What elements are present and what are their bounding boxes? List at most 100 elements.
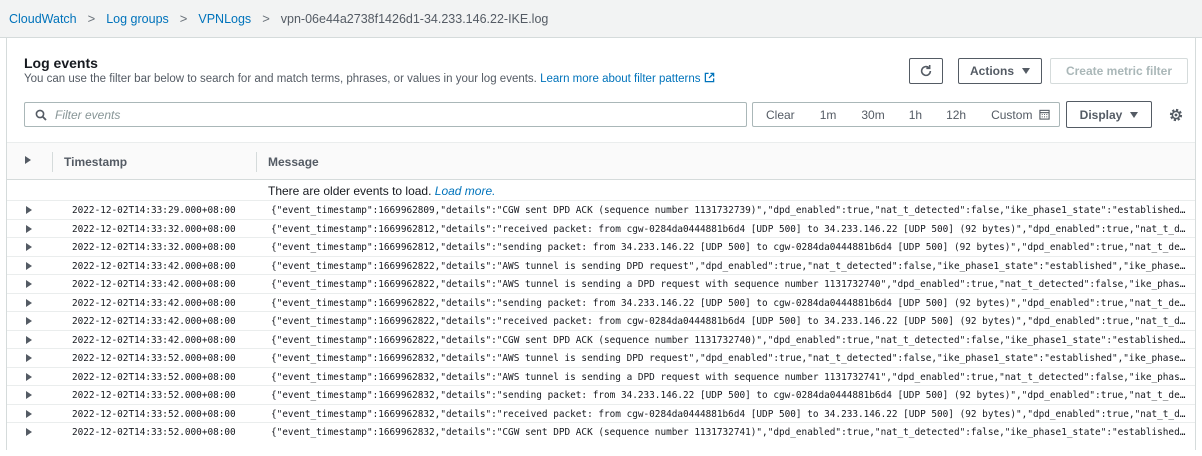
- table-row[interactable]: 2022-12-02T14:33:42.000+08:00 {"event_tim…: [7, 274, 1195, 293]
- search-icon: [35, 109, 47, 121]
- row-message: {"event_timestamp":1669962812,"details":…: [271, 242, 1191, 253]
- table-row[interactable]: 2022-12-02T14:33:52.000+08:00 {"event_tim…: [7, 385, 1195, 404]
- filter-events-input[interactable]: [55, 107, 715, 122]
- time-range-custom[interactable]: Custom: [991, 107, 1051, 122]
- row-message: {"event_timestamp":1669962812,"details":…: [271, 223, 1191, 235]
- create-metric-filter-button[interactable]: Create metric filter: [1050, 58, 1188, 84]
- column-header-timestamp[interactable]: Timestamp: [64, 155, 127, 169]
- display-label: Display: [1079, 107, 1123, 122]
- learn-more-label: Learn more about filter patterns: [540, 73, 701, 85]
- chevron-right-icon: >: [262, 11, 270, 26]
- row-timestamp: 2022-12-02T14:33:52.000+08:00: [72, 353, 236, 364]
- expand-row-icon[interactable]: [26, 409, 32, 418]
- expand-row-icon[interactable]: [26, 317, 32, 325]
- row-timestamp: 2022-12-02T14:33:42.000+08:00: [72, 316, 236, 327]
- external-link-icon: [704, 72, 714, 83]
- expand-row-icon[interactable]: [26, 298, 32, 307]
- row-timestamp: 2022-12-02T14:33:42.000+08:00: [72, 260, 236, 272]
- expand-row-icon[interactable]: [26, 391, 32, 399]
- table-body: 2022-12-02T14:33:29.000+08:00 {"event_tim…: [7, 200, 1195, 441]
- row-timestamp: 2022-12-02T14:33:42.000+08:00: [72, 279, 236, 290]
- chevron-right-icon: >: [179, 11, 188, 26]
- table-row[interactable]: 2022-12-02T14:33:32.000+08:00 {"event_tim…: [7, 237, 1195, 256]
- learn-more-link[interactable]: Learn more about filter patterns: [540, 72, 714, 85]
- older-events-notice: There are older events to load. Load mor…: [7, 180, 1195, 200]
- log-events-panel: Log events You can use the filter bar be…: [6, 38, 1196, 450]
- table-row[interactable]: 2022-12-02T14:33:32.000+08:00 {"event_tim…: [7, 218, 1195, 238]
- row-message: {"event_timestamp":1669962822,"details":…: [271, 316, 1191, 327]
- time-range-selector: Clear 1m 30m 1h 12h Custom: [752, 102, 1060, 127]
- caret-down-icon: [1130, 111, 1139, 118]
- row-timestamp: 2022-12-02T14:33:29.000+08:00: [72, 205, 236, 216]
- page-title: Log events: [24, 55, 98, 71]
- table-row[interactable]: 2022-12-02T14:33:42.000+08:00 {"event_tim…: [7, 329, 1195, 349]
- table-row[interactable]: 2022-12-02T14:33:52.000+08:00 {"event_tim…: [7, 422, 1195, 441]
- expand-row-icon[interactable]: [26, 224, 32, 233]
- row-message: {"event_timestamp":1669962822,"details":…: [271, 279, 1191, 290]
- row-message: {"event_timestamp":1669962822,"details":…: [271, 334, 1191, 346]
- calendar-icon: [1039, 109, 1051, 120]
- time-range-1m[interactable]: 1m: [820, 108, 837, 122]
- row-message: {"event_timestamp":1669962822,"details":…: [271, 260, 1191, 272]
- expand-row-icon[interactable]: [26, 243, 32, 251]
- refresh-button[interactable]: [909, 58, 943, 84]
- older-events-text: There are older events to load.: [268, 184, 432, 198]
- row-timestamp: 2022-12-02T14:33:52.000+08:00: [72, 427, 236, 438]
- table-row[interactable]: 2022-12-02T14:33:42.000+08:00 {"event_tim…: [7, 255, 1195, 275]
- breadcrumb: CloudWatch > Log groups > VPNLogs > vpn-…: [0, 0, 1202, 38]
- time-range-clear[interactable]: Clear: [766, 108, 795, 122]
- time-range-30m[interactable]: 30m: [861, 108, 884, 122]
- expand-row-icon[interactable]: [26, 354, 32, 362]
- table-row[interactable]: 2022-12-02T14:33:42.000+08:00 {"event_tim…: [7, 311, 1195, 330]
- expand-row-icon[interactable]: [26, 372, 32, 381]
- breadcrumb-cloudwatch[interactable]: CloudWatch: [9, 12, 77, 26]
- row-timestamp: 2022-12-02T14:33:32.000+08:00: [72, 242, 236, 253]
- table-row[interactable]: 2022-12-02T14:33:52.000+08:00 {"event_tim…: [7, 366, 1195, 386]
- load-more-link[interactable]: Load more.: [435, 184, 496, 198]
- row-timestamp: 2022-12-02T14:33:42.000+08:00: [72, 334, 236, 346]
- refresh-icon: [920, 65, 932, 77]
- table-row[interactable]: 2022-12-02T14:33:52.000+08:00 {"event_tim…: [7, 403, 1195, 423]
- create-metric-filter-label: Create metric filter: [1065, 64, 1173, 78]
- time-range-1h[interactable]: 1h: [909, 108, 922, 122]
- table-row[interactable]: 2022-12-02T14:33:29.000+08:00 {"event_tim…: [7, 200, 1195, 219]
- log-events-table: Timestamp Message There are older events…: [7, 142, 1195, 441]
- column-divider[interactable]: [256, 152, 257, 172]
- breadcrumb-log-groups[interactable]: Log groups: [106, 12, 169, 26]
- display-button[interactable]: Display: [1066, 101, 1152, 128]
- gear-icon[interactable]: [1168, 107, 1184, 123]
- actions-button[interactable]: Actions: [958, 58, 1042, 84]
- expand-all-icon[interactable]: [25, 156, 31, 164]
- breadcrumb-current: vpn-06e44a2738f1426d1-34.233.146.22-IKE.…: [280, 11, 549, 26]
- expand-row-icon[interactable]: [26, 206, 32, 214]
- expand-row-icon[interactable]: [26, 428, 32, 436]
- row-message: {"event_timestamp":1669962832,"details":…: [271, 353, 1191, 364]
- row-message: {"event_timestamp":1669962809,"details":…: [271, 205, 1191, 216]
- row-timestamp: 2022-12-02T14:33:52.000+08:00: [72, 371, 236, 383]
- row-message: {"event_timestamp":1669962832,"details":…: [271, 427, 1191, 438]
- breadcrumb-vpnlogs[interactable]: VPNLogs: [198, 12, 251, 26]
- row-message: {"event_timestamp":1669962832,"details":…: [271, 390, 1191, 401]
- column-divider: [52, 152, 53, 172]
- row-timestamp: 2022-12-02T14:33:32.000+08:00: [72, 223, 236, 235]
- row-message: {"event_timestamp":1669962832,"details":…: [271, 408, 1191, 420]
- caret-down-icon: [1022, 68, 1030, 74]
- row-timestamp: 2022-12-02T14:33:52.000+08:00: [72, 408, 236, 420]
- row-message: {"event_timestamp":1669962832,"details":…: [271, 371, 1191, 383]
- expand-row-icon[interactable]: [26, 280, 32, 288]
- table-row[interactable]: 2022-12-02T14:33:42.000+08:00 {"event_tim…: [7, 292, 1195, 312]
- row-timestamp: 2022-12-02T14:33:42.000+08:00: [72, 297, 236, 309]
- row-message: {"event_timestamp":1669962822,"details":…: [271, 297, 1191, 309]
- custom-label: Custom: [991, 107, 1033, 122]
- table-header: Timestamp Message: [7, 142, 1195, 180]
- actions-label: Actions: [969, 64, 1014, 78]
- page-description: You can use the filter bar below to sear…: [24, 72, 715, 85]
- expand-row-icon[interactable]: [26, 335, 32, 344]
- expand-row-icon[interactable]: [26, 261, 32, 270]
- filter-bar[interactable]: [24, 102, 747, 127]
- table-row[interactable]: 2022-12-02T14:33:52.000+08:00 {"event_tim…: [7, 348, 1195, 367]
- description-text: You can use the filter bar below to sear…: [24, 73, 537, 85]
- chevron-right-icon: >: [87, 11, 96, 26]
- time-range-12h[interactable]: 12h: [946, 108, 966, 122]
- column-header-message[interactable]: Message: [268, 155, 319, 169]
